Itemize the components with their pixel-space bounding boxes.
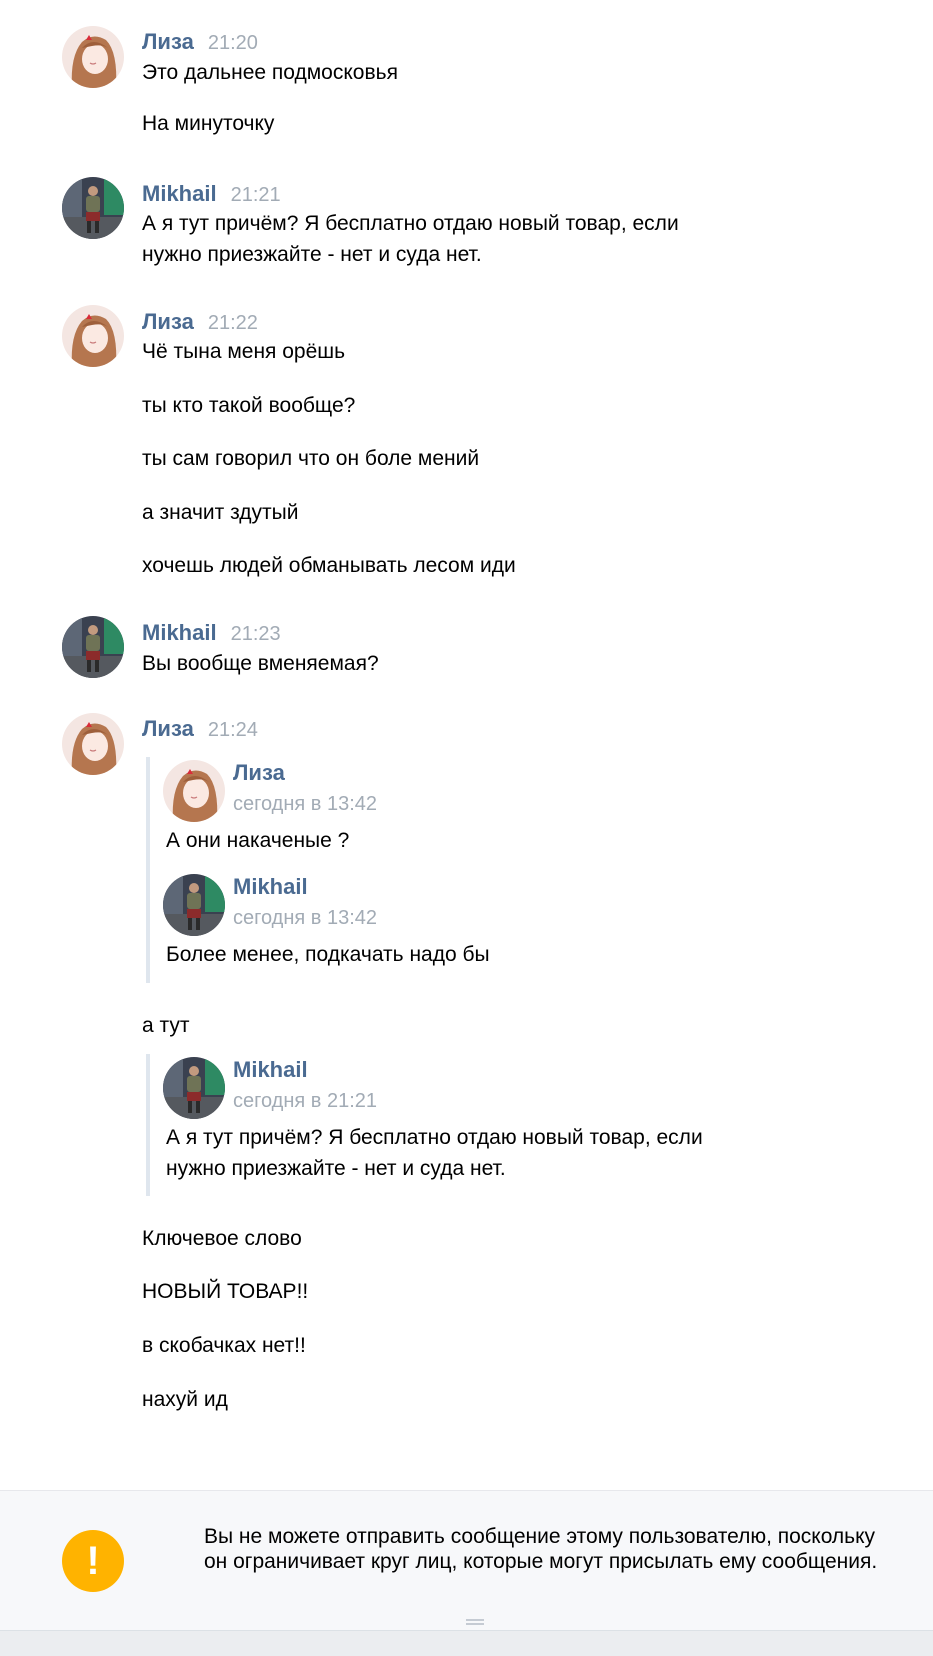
forwarded-author-name[interactable]: Mikhail: [233, 1057, 308, 1083]
forwarded-date[interactable]: сегодня в 21:21: [233, 1090, 377, 1113]
message-text: ты сам говорил что он боле мений: [142, 447, 480, 470]
message-text: НОВЫЙ ТОВАР!!: [142, 1280, 309, 1303]
avatar[interactable]: [62, 305, 124, 367]
forwarded-text: Более менее, подкачать надо бы: [166, 943, 490, 966]
forwarded-date[interactable]: сегодня в 13:42: [233, 793, 377, 816]
message-text: нахуй ид: [142, 1388, 228, 1411]
resize-handle[interactable]: [466, 1619, 484, 1625]
forwarded-messages[interactable]: Mikhail сегодня в 21:21 А я тут причём? …: [146, 1054, 846, 1196]
author-name[interactable]: Лиза: [142, 716, 194, 742]
avatar[interactable]: [163, 1057, 225, 1119]
forwarded-author-name[interactable]: Лиза: [233, 760, 285, 786]
message-text: а тут: [142, 1014, 190, 1037]
message-text: Вы вообще вменяемая?: [142, 652, 379, 675]
forwarded-author-name[interactable]: Mikhail: [233, 874, 308, 900]
message-time[interactable]: 21:21: [231, 184, 281, 207]
forwarded-text: нужно приезжайте - нет и суда нет.: [166, 1157, 506, 1180]
forwarded-date[interactable]: сегодня в 13:42: [233, 907, 377, 930]
message-time[interactable]: 21:20: [208, 32, 258, 55]
message-text: нужно приезжайте - нет и суда нет.: [142, 243, 482, 266]
avatar[interactable]: [62, 26, 124, 88]
write-blocked-notice: ! Вы не можете отправить сообщение этому…: [0, 1490, 933, 1630]
message-text: На минуточку: [142, 112, 275, 135]
message-text: Это дальнее подмосковья: [142, 61, 398, 84]
notice-text: Вы не можете отправить сообщение этому п…: [204, 1525, 878, 1573]
message-text: Чё тына меня орёшь: [142, 340, 346, 363]
message-time[interactable]: 21:23: [231, 623, 281, 646]
message-text: а значит здутый: [142, 501, 299, 524]
avatar[interactable]: [163, 874, 225, 936]
forwarded-text: А они накаченые ?: [166, 829, 350, 852]
forwarded-messages[interactable]: Лиза сегодня в 13:42 А они накаченые ? M…: [146, 757, 846, 983]
forwarded-text: А я тут причём? Я бесплатно отдаю новый …: [166, 1126, 703, 1149]
avatar[interactable]: [163, 760, 225, 822]
message-time[interactable]: 21:24: [208, 719, 258, 742]
avatar[interactable]: [62, 616, 124, 678]
message-history[interactable]: Лиза 21:20 Это дальнее подмосковья На ми…: [0, 0, 933, 1490]
exclamation-icon: !: [62, 1530, 124, 1592]
message-text: в скобачках нет!!: [142, 1334, 306, 1357]
message-text: ты кто такой вообще?: [142, 394, 356, 417]
author-name[interactable]: Лиза: [142, 309, 194, 335]
message-text: Ключевое слово: [142, 1227, 302, 1250]
message-text: А я тут причём? Я бесплатно отдаю новый …: [142, 212, 679, 235]
message-text: хочешь людей обманывать лесом иди: [142, 554, 516, 577]
bottom-bar: [0, 1630, 933, 1656]
author-name[interactable]: Mikhail: [142, 620, 217, 646]
avatar[interactable]: [62, 177, 124, 239]
author-name[interactable]: Mikhail: [142, 181, 217, 207]
message-time[interactable]: 21:22: [208, 312, 258, 335]
avatar[interactable]: [62, 713, 124, 775]
author-name[interactable]: Лиза: [142, 29, 194, 55]
